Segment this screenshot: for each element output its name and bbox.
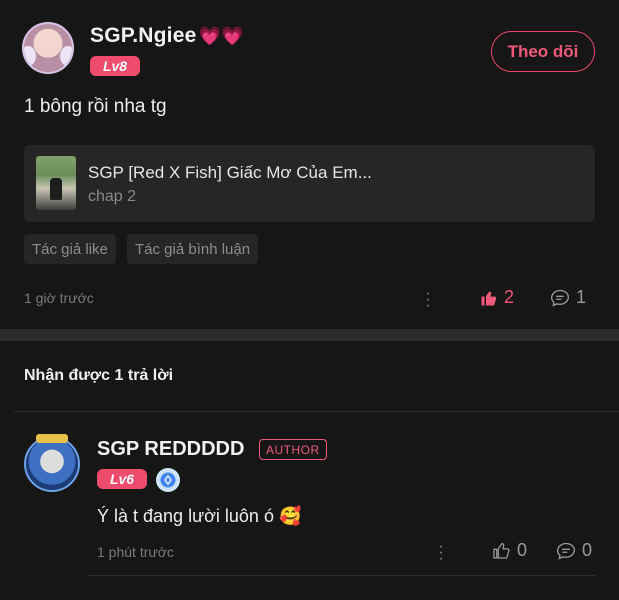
replies-header: Nhận được 1 trả lời (24, 367, 174, 384)
comment-count: 1 (576, 287, 587, 307)
reply-content: Ý là t đang lười luôn ó 🥰 (97, 506, 301, 527)
thumbs-up-icon (481, 290, 497, 305)
medal-icon (156, 468, 180, 492)
follow-button[interactable]: Theo dõi (491, 31, 595, 72)
reply-text: Ý là t đang lười luôn ó (97, 506, 274, 526)
story-card[interactable] (24, 145, 595, 222)
story-title[interactable]: SGP [Red X Fish] Giấc Mơ Của Em... (88, 163, 372, 183)
tag-author-like: Tác giả like (24, 234, 116, 264)
user-avatar[interactable] (22, 22, 74, 74)
reply-time: 1 phút trước (97, 544, 174, 560)
like-button[interactable]: 2 (480, 287, 514, 308)
username-text: SGP.Ngiee (90, 24, 197, 47)
level-badge: Lv8 (90, 56, 140, 76)
reply-like-count: 0 (517, 540, 528, 560)
post-username[interactable]: SGP.Ngiee 💗💗 (90, 24, 244, 48)
smiling-hearts-emoji: 🥰 (278, 506, 302, 526)
section-divider (0, 329, 619, 341)
reply-like-button[interactable]: 0 (492, 540, 527, 561)
diamond-icon (160, 472, 176, 488)
wing-decoration (60, 46, 72, 66)
reply-avatar[interactable] (24, 434, 80, 492)
reply-comment-button[interactable]: 0 (556, 540, 592, 561)
post-content: 1 bông rồi nha tg (24, 96, 167, 117)
level-badge: Lv6 (97, 469, 147, 489)
post-time: 1 giờ trước (24, 290, 94, 306)
comment-button[interactable]: 1 (550, 287, 586, 308)
story-thumbnail[interactable] (36, 156, 76, 210)
heart-emoji: 💗💗 (198, 26, 244, 46)
comment-icon (556, 542, 576, 560)
story-chapter: chap 2 (88, 188, 137, 205)
more-options-icon[interactable]: · · · (438, 539, 444, 567)
reply-username[interactable]: SGP REDDDDD (97, 438, 244, 461)
comment-icon (550, 289, 570, 307)
divider (14, 411, 619, 412)
author-badge: AUTHOR (259, 439, 327, 460)
divider (88, 575, 595, 576)
like-count: 2 (504, 287, 515, 307)
more-options-icon[interactable]: · · · (425, 286, 431, 314)
reply-comment-count: 0 (582, 540, 593, 560)
tag-author-comment: Tác giả bình luận (127, 234, 259, 264)
writer-banner (36, 434, 68, 443)
wing-decoration (24, 46, 36, 66)
thumbs-up-icon (493, 542, 510, 559)
